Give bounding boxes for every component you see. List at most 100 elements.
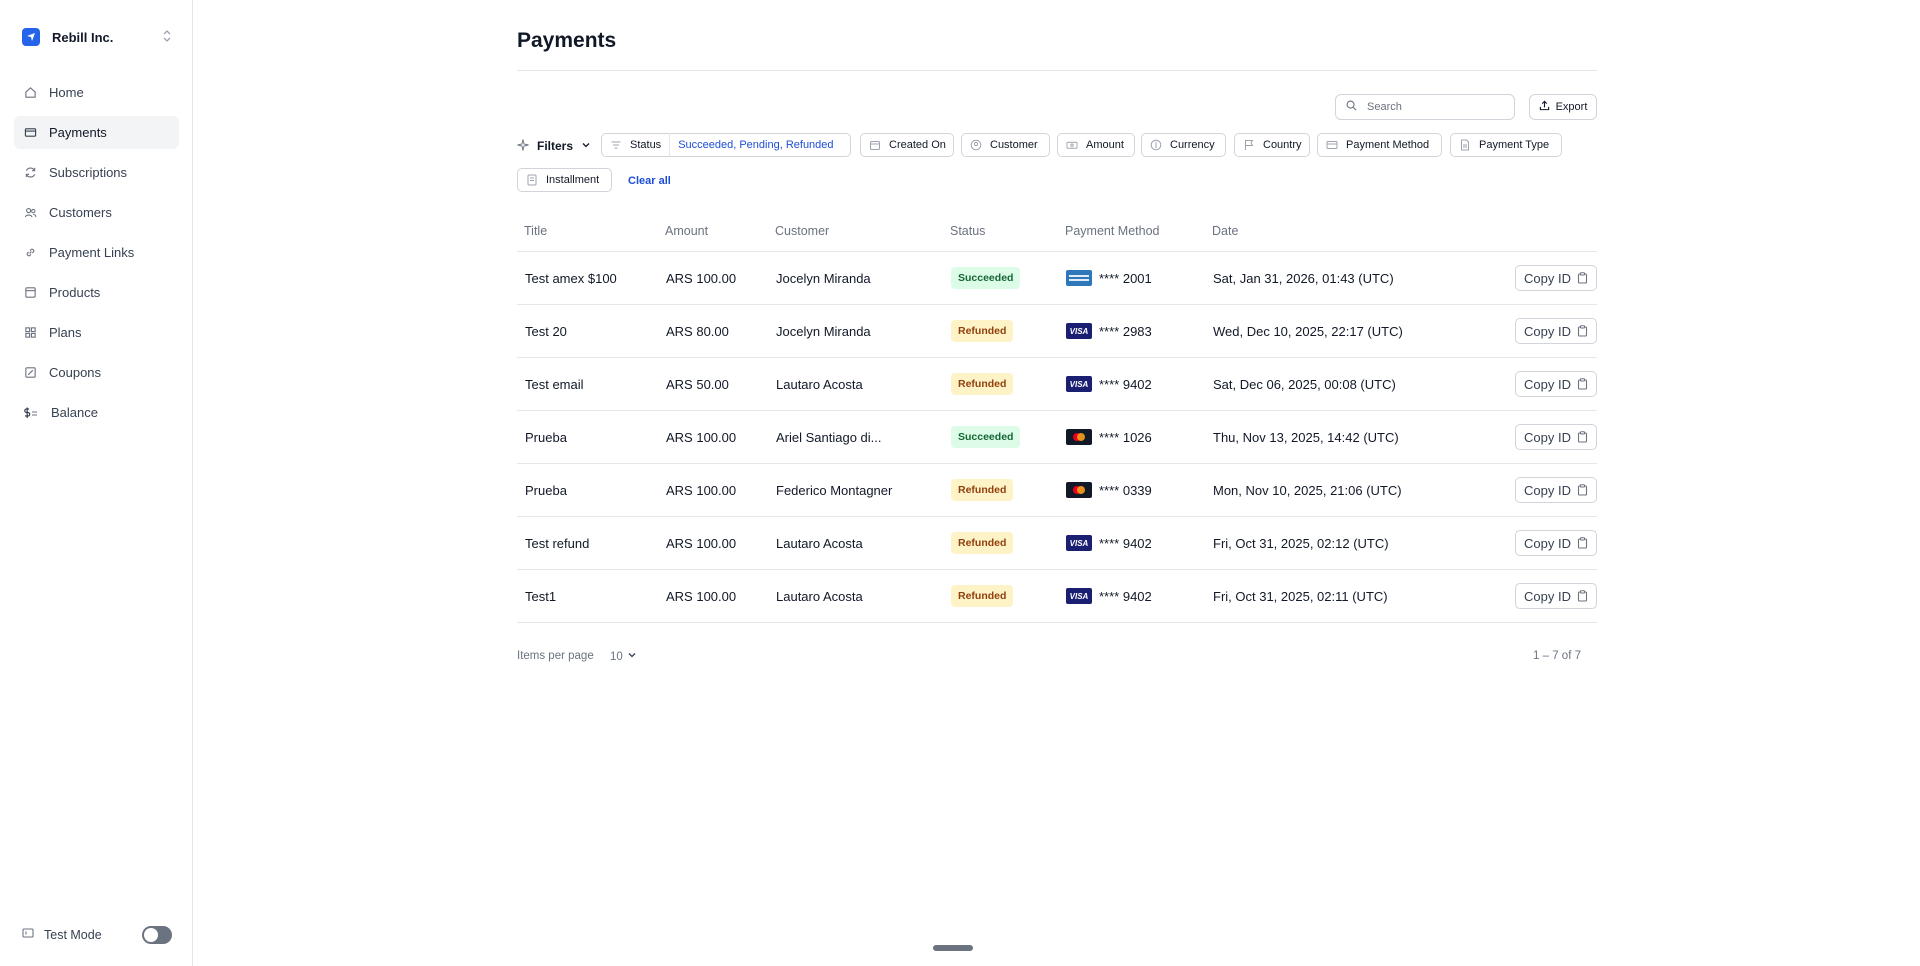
- status-badge: Refunded: [951, 373, 1014, 395]
- drag-handle[interactable]: [933, 945, 973, 951]
- filter-chip-payment-type[interactable]: Payment Type: [1450, 133, 1562, 157]
- filters-button[interactable]: Filters: [517, 135, 591, 157]
- clipboard-icon: [1577, 378, 1588, 390]
- search-box[interactable]: [1335, 94, 1515, 120]
- clipboard-icon: [1577, 484, 1588, 496]
- cell-status: Refunded: [943, 516, 1058, 570]
- sidebar-item-customers[interactable]: Customers: [14, 196, 179, 229]
- column-header-title[interactable]: Title: [517, 211, 658, 252]
- user-circle-icon: [970, 139, 982, 151]
- copy-id-button[interactable]: Copy ID: [1515, 265, 1597, 291]
- cell-amount: ARS 80.00: [658, 304, 768, 358]
- cell-payment-method: **** 1026: [1058, 410, 1205, 464]
- sidebar-item-products[interactable]: Products: [14, 276, 179, 309]
- copy-id-label: Copy ID: [1524, 376, 1571, 392]
- sidebar-item-label: Payments: [49, 125, 107, 140]
- sidebar-item-subscriptions[interactable]: Subscriptions: [14, 156, 179, 189]
- cell-payment-method: **** 0339: [1058, 463, 1205, 517]
- sidebar-item-payment-links[interactable]: Payment Links: [14, 236, 179, 269]
- filter-chip-currency[interactable]: Currency: [1141, 133, 1226, 157]
- cell-status: Refunded: [943, 569, 1058, 623]
- copy-id-label: Copy ID: [1524, 270, 1571, 286]
- table-row[interactable]: Prueba ARS 100.00 Ariel Santiago di... Succ…: [517, 410, 1597, 464]
- cell-status: Succeeded: [943, 410, 1058, 464]
- sidebar-item-plans[interactable]: Plans: [14, 316, 179, 349]
- table-row[interactable]: Test amex $100 ARS 100.00 Jocelyn Miranda S…: [517, 251, 1597, 305]
- card-last4: **** 2001: [1099, 270, 1152, 286]
- copy-id-button[interactable]: Copy ID: [1515, 371, 1597, 397]
- table-row[interactable]: Test1 ARS 100.00 Lautaro Acosta Refunded VIS…: [517, 569, 1597, 623]
- card-icon: [23, 126, 37, 140]
- cell-status: Refunded: [943, 463, 1058, 517]
- column-header-date[interactable]: Date: [1205, 211, 1447, 252]
- sidebar-item-payments[interactable]: Payments: [14, 116, 179, 149]
- table-row[interactable]: Test refund ARS 100.00 Lautaro Acosta Refun…: [517, 516, 1597, 570]
- table-row[interactable]: Test 20 ARS 80.00 Jocelyn Miranda Refunded V…: [517, 304, 1597, 358]
- export-button[interactable]: Export: [1529, 94, 1597, 120]
- sidebar-item-label: Payment Links: [49, 245, 135, 260]
- sidebar-item-balance[interactable]: Balance: [14, 396, 179, 429]
- sidebar-item-label: Customers: [49, 205, 112, 220]
- cell-customer: Ariel Santiago di...: [768, 410, 943, 464]
- search-input[interactable]: [1365, 100, 1509, 114]
- sidebar-item-label: Balance: [51, 405, 98, 420]
- filter-chip-label: Amount: [1086, 139, 1124, 151]
- cell-customer: Federico Montagner: [768, 463, 943, 517]
- cell-date: Fri, Oct 31, 2025, 02:11 (UTC): [1205, 569, 1447, 623]
- sidebar-item-label: Products: [49, 285, 101, 300]
- cell-date: Sat, Dec 06, 2025, 00:08 (UTC): [1205, 357, 1447, 411]
- calendar-icon: [869, 139, 881, 151]
- table-row[interactable]: Prueba ARS 100.00 Federico Montagner Refund…: [517, 463, 1597, 517]
- column-header-payment-method[interactable]: Payment Method: [1058, 211, 1205, 252]
- table-row[interactable]: Test email ARS 50.00 Lautaro Acosta Refunde…: [517, 357, 1597, 411]
- filter-chip-created-on[interactable]: Created On: [860, 133, 954, 157]
- filter-chip-status[interactable]: Status Succeeded, Pending, Refunded: [601, 133, 851, 157]
- visa-logo-icon: VISA: [1066, 535, 1092, 551]
- copy-id-button[interactable]: Copy ID: [1515, 477, 1597, 503]
- items-per-page-select[interactable]: 10: [610, 650, 637, 663]
- test-mode-toggle[interactable]: [142, 926, 172, 944]
- coupon-icon: [23, 366, 37, 380]
- cell-actions: Copy ID: [1447, 251, 1597, 305]
- payment-method: **** 0339: [1066, 482, 1205, 498]
- column-header-status[interactable]: Status: [943, 211, 1058, 252]
- cell-date: Wed, Dec 10, 2025, 22:17 (UTC): [1205, 304, 1447, 358]
- cell-payment-method: VISA **** 9402: [1058, 516, 1205, 570]
- cell-payment-method: VISA **** 2983: [1058, 304, 1205, 358]
- filter-chip-amount[interactable]: Amount: [1057, 133, 1135, 157]
- filter-chip-country[interactable]: Country: [1234, 133, 1310, 157]
- filter-chip-installment[interactable]: Installment: [517, 168, 612, 192]
- status-badge: Refunded: [951, 479, 1014, 501]
- copy-id-button[interactable]: Copy ID: [1515, 583, 1597, 609]
- column-header-amount[interactable]: Amount: [658, 211, 768, 252]
- sidebar-item-coupons[interactable]: Coupons: [14, 356, 179, 389]
- copy-id-label: Copy ID: [1524, 588, 1571, 604]
- payment-method: VISA **** 2983: [1066, 323, 1205, 339]
- copy-id-button[interactable]: Copy ID: [1515, 318, 1597, 344]
- filter-chip-label: Currency: [1170, 139, 1215, 151]
- mastercard-logo-icon: [1066, 482, 1092, 498]
- org-switcher[interactable]: Rebill Inc.: [22, 26, 172, 48]
- card-last4: **** 0339: [1099, 482, 1152, 498]
- chevron-up-down-icon: [162, 29, 172, 43]
- cell-payment-method: **** 2001: [1058, 251, 1205, 305]
- page-title: Payments: [517, 29, 617, 52]
- column-header-customer[interactable]: Customer: [768, 211, 943, 252]
- filter-chip-customer[interactable]: Customer: [961, 133, 1050, 157]
- cell-title: Test refund: [517, 516, 658, 570]
- sidebar-item-home[interactable]: Home: [14, 76, 179, 109]
- sidebar-item-label: Coupons: [49, 365, 102, 380]
- card-last4: **** 9402: [1099, 588, 1152, 604]
- cell-customer: Lautaro Acosta: [768, 516, 943, 570]
- cell-status: Refunded: [943, 357, 1058, 411]
- copy-id-button[interactable]: Copy ID: [1515, 530, 1597, 556]
- cell-amount: ARS 100.00: [658, 251, 768, 305]
- filters-label: Filters: [537, 139, 574, 153]
- cell-actions: Copy ID: [1447, 516, 1597, 570]
- clear-all-link[interactable]: Clear all: [628, 175, 671, 187]
- sidebar: Rebill Inc. Home Payments Subscriptions: [0, 0, 193, 966]
- filter-chip-payment-method[interactable]: Payment Method: [1317, 133, 1442, 157]
- visa-logo-icon: VISA: [1066, 588, 1092, 604]
- cell-date: Fri, Oct 31, 2025, 02:12 (UTC): [1205, 516, 1447, 570]
- copy-id-button[interactable]: Copy ID: [1515, 424, 1597, 450]
